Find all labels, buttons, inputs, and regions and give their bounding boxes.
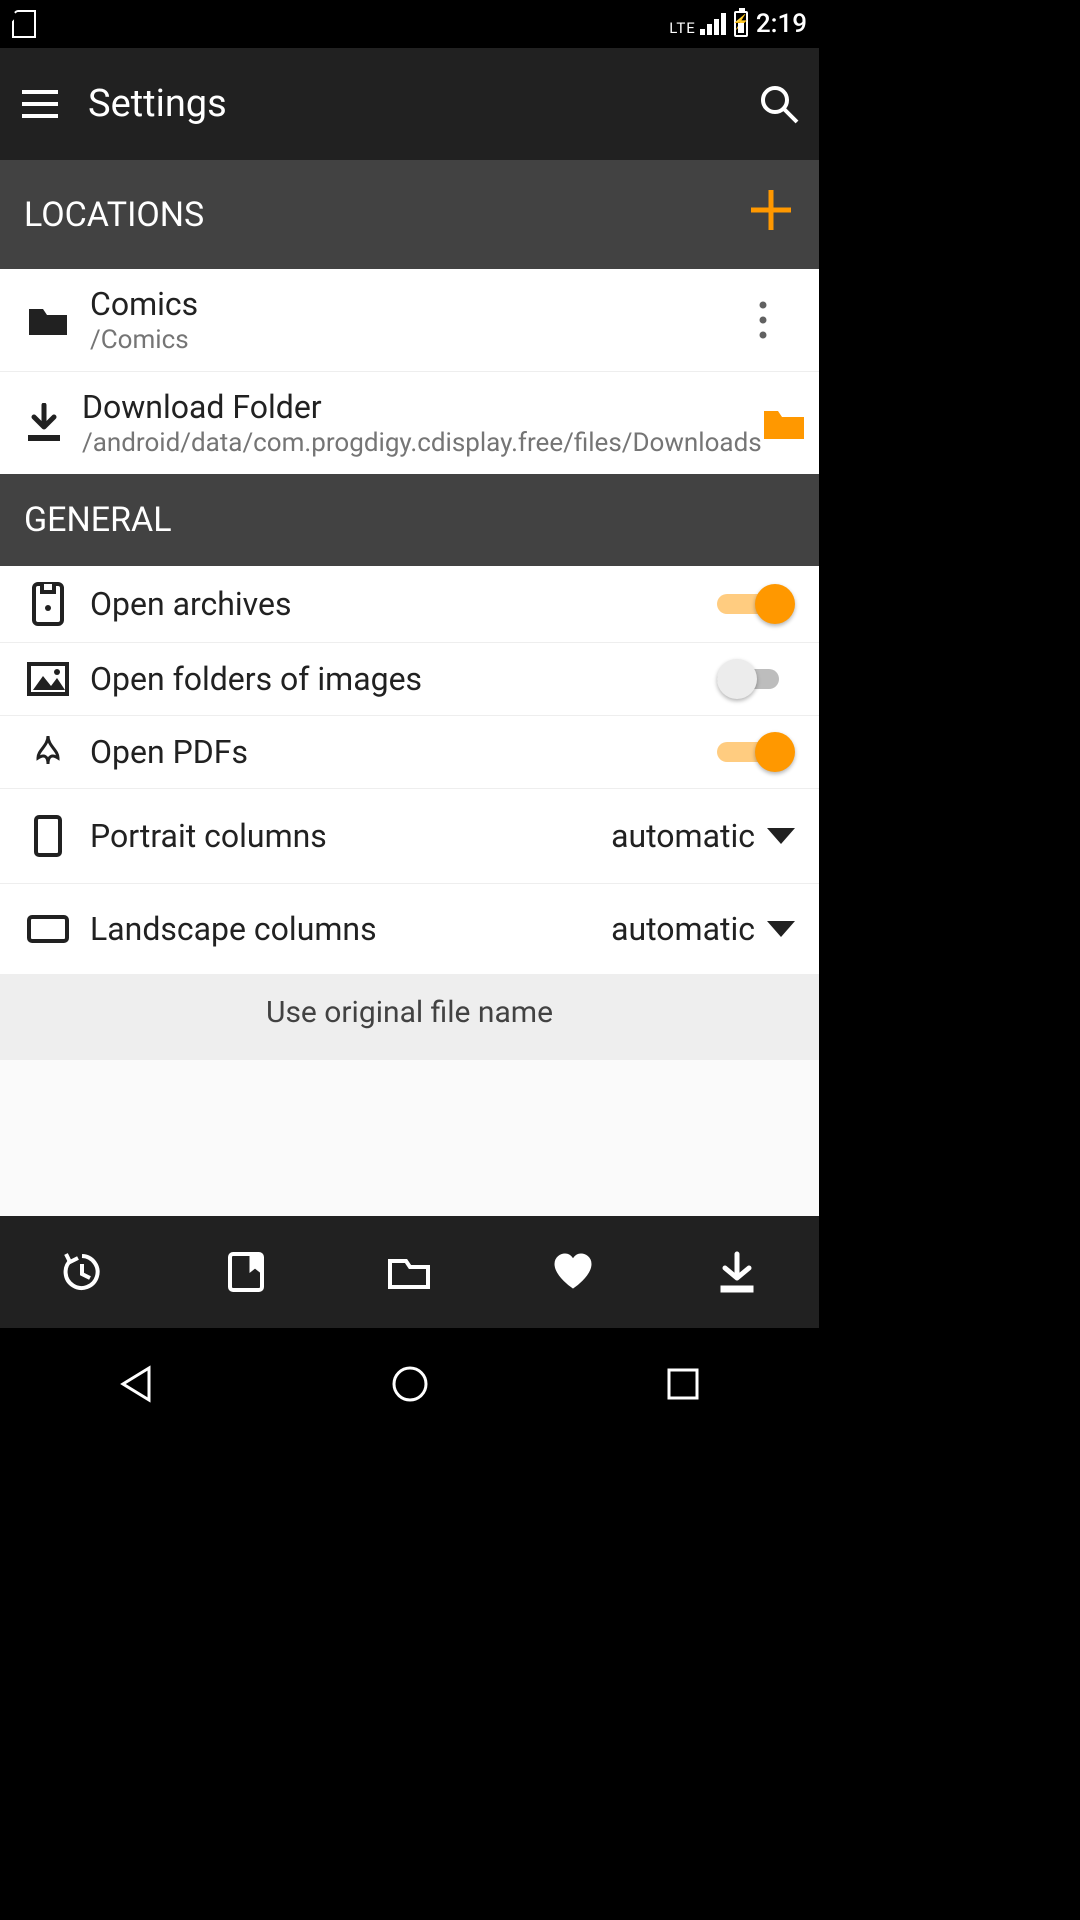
portrait-columns-label: Portrait columns — [90, 817, 611, 855]
open-download-folder-button[interactable] — [762, 405, 806, 441]
open-folders-toggle[interactable] — [717, 659, 795, 699]
downloads-icon — [717, 1250, 757, 1294]
page-title: Settings — [88, 82, 755, 126]
download-folder-path: /android/data/com.progdigy.cdisplay.free… — [82, 428, 762, 458]
section-header-general: GENERAL — [0, 474, 819, 566]
original-filename-label: Use original file name — [266, 995, 553, 1030]
archive-icon — [24, 582, 72, 626]
download-folder-item[interactable]: Download Folder /android/data/com.progdi… — [0, 372, 819, 474]
search-button[interactable] — [755, 80, 803, 128]
tab-reading[interactable] — [164, 1216, 328, 1328]
settings-content: LOCATIONS Comics /Comics Downlo — [0, 160, 819, 1216]
history-icon — [60, 1250, 104, 1294]
open-pdfs-label: Open PDFs — [90, 733, 717, 771]
comics-title: Comics — [90, 285, 731, 323]
folder-open-icon — [762, 405, 806, 441]
lte-indicator: LTE — [669, 13, 726, 35]
bookmark-icon — [226, 1250, 266, 1294]
open-archives-toggle[interactable] — [717, 584, 795, 624]
download-folder-title: Download Folder — [82, 388, 762, 426]
chevron-down-icon — [767, 921, 795, 937]
more-vert-icon — [758, 300, 768, 340]
nav-recent-button[interactable] — [651, 1352, 715, 1416]
portrait-columns-value: automatic — [611, 817, 755, 855]
library-folder-icon — [386, 1253, 432, 1291]
section-general-label: GENERAL — [24, 500, 172, 540]
open-pdfs-toggle[interactable] — [717, 732, 795, 772]
menu-button[interactable] — [16, 80, 64, 128]
comics-more-button[interactable] — [731, 300, 795, 340]
portrait-icon — [24, 815, 72, 857]
tab-library[interactable] — [328, 1216, 492, 1328]
setting-open-pdfs[interactable]: Open PDFs — [0, 716, 819, 789]
tab-history[interactable] — [0, 1216, 164, 1328]
battery-icon: ⚡ — [734, 11, 748, 37]
open-archives-label: Open archives — [90, 585, 717, 623]
setting-landscape-columns[interactable]: Landscape columns automatic — [0, 884, 819, 975]
landscape-columns-label: Landscape columns — [90, 910, 611, 948]
location-item-comics[interactable]: Comics /Comics — [0, 269, 819, 372]
setting-portrait-columns[interactable]: Portrait columns automatic — [0, 789, 819, 884]
system-nav-bar — [0, 1328, 819, 1440]
nav-home-button[interactable] — [378, 1352, 442, 1416]
pdf-icon — [24, 732, 72, 772]
sd-card-icon — [12, 10, 36, 38]
status-clock: 2:19 — [756, 9, 807, 39]
image-icon — [24, 662, 72, 696]
folder-icon — [24, 303, 72, 337]
menu-icon — [22, 90, 58, 118]
bottom-tab-bar — [0, 1216, 819, 1328]
signal-icon — [700, 13, 726, 35]
setting-open-archives[interactable]: Open archives — [0, 566, 819, 643]
tab-favorites[interactable] — [491, 1216, 655, 1328]
home-icon — [390, 1364, 430, 1404]
comics-path: /Comics — [90, 325, 731, 355]
status-bar: LTE ⚡ 2:19 — [0, 0, 819, 48]
search-icon — [759, 84, 799, 124]
tab-downloads[interactable] — [655, 1216, 819, 1328]
download-icon — [24, 403, 64, 443]
open-folders-label: Open folders of images — [90, 660, 717, 698]
plus-icon — [747, 186, 795, 234]
heart-icon — [551, 1252, 595, 1292]
network-label: LTE — [669, 21, 696, 35]
nav-back-button[interactable] — [105, 1352, 169, 1416]
section-header-locations: LOCATIONS — [0, 160, 819, 269]
landscape-icon — [24, 913, 72, 945]
back-icon — [115, 1362, 159, 1406]
landscape-columns-value: automatic — [611, 910, 755, 948]
app-bar: Settings — [0, 48, 819, 160]
setting-open-folders[interactable]: Open folders of images — [0, 643, 819, 716]
recent-apps-icon — [665, 1366, 701, 1402]
add-location-button[interactable] — [747, 186, 795, 243]
setting-original-filename[interactable]: Use original file name — [0, 975, 819, 1060]
chevron-down-icon — [767, 828, 795, 844]
section-locations-label: LOCATIONS — [24, 195, 204, 235]
